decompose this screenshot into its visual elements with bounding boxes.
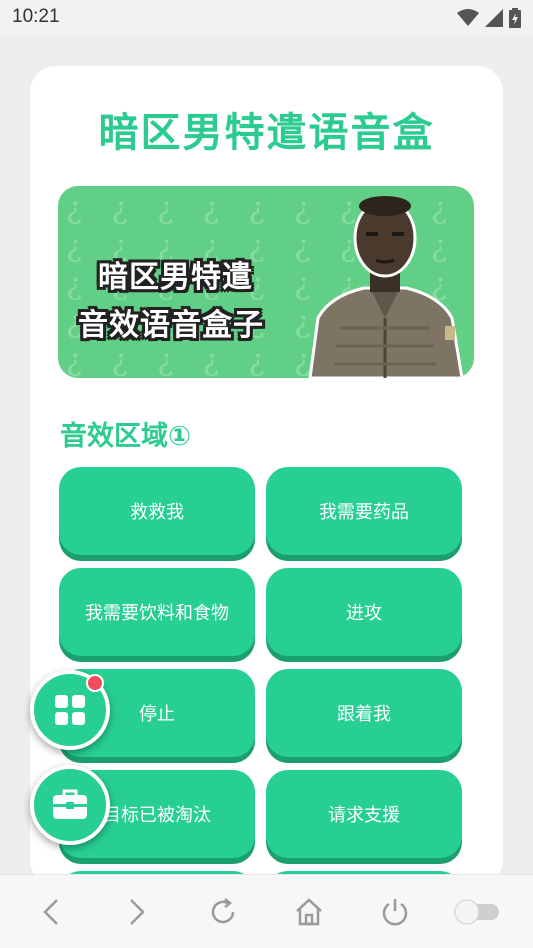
sound-button-request-support[interactable]: 请求支援 xyxy=(266,770,462,858)
power-icon xyxy=(382,899,408,926)
sound-button-need-food-drink[interactable]: 我需要饮料和食物 xyxy=(59,568,255,656)
sound-button-follow-me[interactable]: 跟着我 xyxy=(266,669,462,757)
nav-back[interactable] xyxy=(34,895,68,929)
banner-line2: 音效语音盒子 xyxy=(78,308,264,343)
sound-button-help-me[interactable]: 救救我 xyxy=(59,467,255,555)
banner[interactable]: ¿ ¿ ¿ ¿ ¿ ¿ ¿ ¿ ¿ ¿ ¿ ¿ ¿ ¿ ¿ ¿ ¿ ¿ ¿ ¿ … xyxy=(58,186,474,378)
status-icons xyxy=(457,8,521,28)
toolbox-button[interactable] xyxy=(30,765,110,845)
status-bar: 10:21 xyxy=(0,0,533,36)
browser-nav-bar xyxy=(0,874,533,948)
grid-icon xyxy=(55,695,85,725)
status-time: 10:21 xyxy=(12,6,60,27)
nav-refresh[interactable] xyxy=(206,895,240,929)
nav-home[interactable] xyxy=(292,895,326,929)
signal-icon xyxy=(485,9,503,27)
banner-line1: 暗区男特遣 xyxy=(98,260,253,295)
nav-forward[interactable] xyxy=(120,895,154,929)
nav-power[interactable] xyxy=(378,895,412,929)
wifi-icon xyxy=(457,9,479,26)
nav-toggle[interactable] xyxy=(452,895,502,929)
sound-button-need-medicine[interactable]: 我需要药品 xyxy=(266,467,462,555)
sound-button-attack[interactable]: 进攻 xyxy=(266,568,462,656)
toolbox-icon xyxy=(53,789,87,819)
soldier-figure xyxy=(308,196,464,378)
refresh-icon xyxy=(211,898,235,924)
battery-icon xyxy=(509,8,521,28)
app-title: 暗区男特遣语音盒 xyxy=(98,110,435,156)
section-title: 音效区域① xyxy=(60,421,191,452)
notification-dot xyxy=(86,674,104,692)
forward-icon xyxy=(130,899,145,925)
home-icon xyxy=(296,898,322,926)
toggle-icon xyxy=(454,899,499,925)
back-icon xyxy=(43,899,58,925)
grid-menu-button[interactable] xyxy=(30,670,110,750)
